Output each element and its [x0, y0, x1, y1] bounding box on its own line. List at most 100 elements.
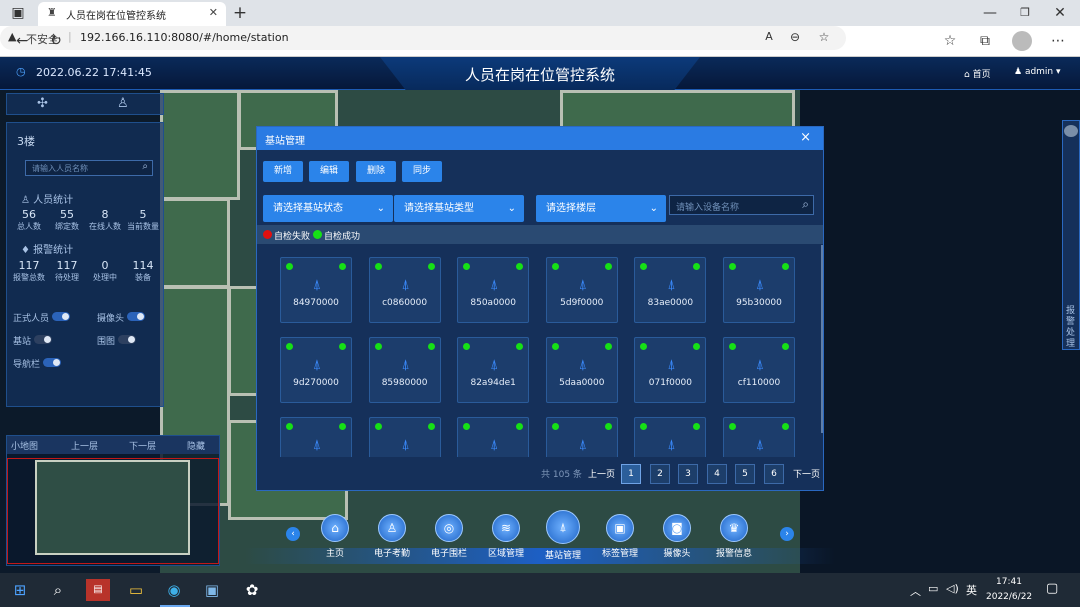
station-status-select[interactable]: 请选择基站状态 ⌄ — [263, 195, 393, 222]
station-type-select[interactable]: 请选择基站类型 ⌄ — [394, 195, 524, 222]
station-card[interactable]: ⍋ 95b30000 — [723, 257, 795, 323]
restore-icon[interactable]: ❐ — [1015, 3, 1035, 23]
next-page-button[interactable]: 下一页 — [793, 467, 820, 480]
app-winrar-icon[interactable]: ▤ — [86, 579, 110, 601]
person-icon[interactable]: ♙ — [117, 96, 129, 111]
search-icon[interactable]: ⌕ — [142, 161, 148, 172]
toggle-switch[interactable] — [34, 335, 53, 344]
toggle-formal-staff[interactable]: 正式人员 — [13, 311, 71, 324]
toggle-switch[interactable] — [52, 312, 71, 321]
station-card[interactable]: ⍋ 850a0000 — [457, 257, 530, 323]
nav-item-camera[interactable]: ◙ 摄像头 — [654, 514, 700, 559]
nav-item-home[interactable]: ⌂ 主页 — [312, 514, 358, 559]
close-tab-icon[interactable]: ✕ — [209, 6, 218, 19]
station-card[interactable]: ⍋ 9d270000 — [280, 337, 352, 403]
page-3-button[interactable]: 3 — [678, 464, 698, 484]
browser-tab-bar: ▣ ♜ 人员在岗在位管控系统 ✕ + — ❐ ✕ — [0, 0, 1080, 26]
floor-up-button[interactable]: 上一层 — [71, 439, 98, 452]
nav-item-tag[interactable]: ▣ 标签管理 — [597, 514, 643, 559]
toggle-switch[interactable] — [43, 358, 62, 367]
profile-avatar[interactable] — [1012, 31, 1032, 51]
browser-tab[interactable]: ♜ 人员在岗在位管控系统 ✕ — [38, 2, 226, 26]
remote-desktop-icon[interactable]: ▣ — [200, 579, 224, 601]
person-search-input[interactable]: 请输入人员名称 ⌕ — [25, 160, 153, 176]
collections-icon[interactable]: ⧉ — [975, 31, 995, 51]
nav-prev-icon[interactable]: ‹ — [286, 527, 300, 541]
fan-icon[interactable]: ✣ — [37, 96, 48, 111]
minimize-icon[interactable]: — — [980, 3, 1000, 23]
alarm-side-tab[interactable]: 报警处理 — [1062, 120, 1080, 350]
close-window-icon[interactable]: ✕ — [1050, 3, 1070, 23]
tray-chevron-icon[interactable]: ︿ — [910, 583, 921, 599]
app-flower-icon[interactable]: ✿ — [240, 579, 264, 601]
legend-bar: 自检失败 自检成功 — [257, 225, 823, 244]
search-icon[interactable]: ⌕ — [46, 579, 70, 601]
station-card[interactable]: ⍋ 5daa0000 — [545, 337, 618, 403]
nav-next-icon[interactable]: › — [780, 527, 794, 541]
nav-item-fence[interactable]: ◎ 电子围栏 — [426, 514, 472, 559]
scrollbar[interactable] — [821, 245, 823, 433]
tab-actions-icon[interactable]: ▣ — [8, 3, 28, 23]
nav-item-antenna[interactable]: ⍋ 基站管理 — [540, 510, 586, 561]
station-card[interactable]: ⍋ 071f0000 — [634, 337, 707, 403]
edge-browser-icon[interactable]: ◉ — [162, 579, 186, 601]
start-icon[interactable]: ⊞ — [8, 579, 32, 601]
station-card[interactable]: ⍋ 5d9f0000 — [545, 257, 618, 323]
more-menu-icon[interactable]: ⋯ — [1048, 31, 1068, 51]
station-card[interactable]: ⍋ — [634, 417, 707, 457]
station-card[interactable]: ⍋ — [457, 417, 530, 457]
network-icon[interactable]: ▭ — [928, 582, 938, 595]
toggle-switch[interactable] — [118, 335, 137, 344]
station-card[interactable]: ⍋ c0860000 — [368, 257, 441, 323]
stat-value: 114 — [132, 259, 154, 272]
floor-select[interactable]: 请选择楼层 ⌄ — [536, 195, 666, 222]
station-card[interactable]: ⍋ 85980000 — [368, 337, 441, 403]
station-card[interactable]: ⍋ 82a94de1 — [457, 337, 530, 403]
favorites-icon[interactable]: ☆ — [940, 31, 960, 51]
notification-icon[interactable]: ▢ — [1046, 581, 1058, 596]
user-menu[interactable]: ♟ admin ▾ — [1014, 67, 1061, 77]
floor-down-button[interactable]: 下一层 — [129, 439, 156, 452]
search-icon[interactable]: ⌕ — [802, 197, 809, 212]
device-search-input[interactable]: 请输入设备名称 ⌕ — [669, 195, 814, 215]
page-6-button[interactable]: 6 — [764, 464, 784, 484]
file-explorer-icon[interactable]: ▭ — [124, 579, 148, 601]
toggle-fence[interactable]: 围图 — [97, 334, 137, 347]
station-card[interactable]: ⍋ — [545, 417, 618, 457]
station-card[interactable]: ⍋ 84970000 — [280, 257, 352, 323]
zoom-icon[interactable]: ⊖ — [786, 27, 804, 47]
page-2-button[interactable]: 2 — [650, 464, 670, 484]
hide-minimap-button[interactable]: 隐藏 — [187, 439, 205, 452]
station-card[interactable]: ⍋ — [280, 417, 352, 457]
nav-item-attendance[interactable]: ♙ 电子考勤 — [369, 514, 415, 559]
ime-indicator[interactable]: 英 — [966, 582, 977, 598]
station-card[interactable]: ⍋ cf110000 — [723, 337, 795, 403]
status-dot-icon — [551, 423, 559, 430]
new-tab-icon[interactable]: + — [230, 3, 250, 23]
success-dot-icon — [313, 230, 322, 239]
page-1-button[interactable]: 1 — [621, 464, 641, 484]
add-button[interactable]: 新增 — [263, 161, 303, 182]
sync-button[interactable]: 同步 — [402, 161, 442, 182]
station-card[interactable]: ⍋ — [368, 417, 441, 457]
volume-icon[interactable]: ◁) — [946, 582, 959, 595]
home-link[interactable]: ⌂ 首页 — [964, 67, 991, 80]
close-icon[interactable]: × — [800, 130, 811, 145]
toggle-switch[interactable] — [127, 312, 146, 321]
nav-item-layers[interactable]: ≋ 区域管理 — [483, 514, 529, 559]
page-4-button[interactable]: 4 — [707, 464, 727, 484]
toggle-camera[interactable]: 摄像头 — [97, 311, 146, 324]
delete-button[interactable]: 删除 — [356, 161, 396, 182]
page-5-button[interactable]: 5 — [735, 464, 755, 484]
station-card[interactable]: ⍋ 83ae0000 — [634, 257, 707, 323]
toggle-navbar[interactable]: 导航栏 — [13, 357, 62, 370]
read-aloud-icon[interactable]: A — [760, 27, 778, 47]
url-field[interactable]: ▲ 不安全 | 192.166.16.110:8080/#/home/stati… — [0, 26, 846, 50]
nav-item-alarm[interactable]: ♛ 报警信息 — [711, 514, 757, 559]
favorite-add-icon[interactable]: ☆ — [815, 27, 833, 47]
prev-page-button[interactable]: 上一页 — [588, 467, 615, 480]
toggle-station[interactable]: 基站 — [13, 334, 53, 347]
edit-button[interactable]: 编辑 — [309, 161, 349, 182]
camera-icon: ◙ — [663, 514, 691, 542]
station-card[interactable]: ⍋ — [723, 417, 795, 457]
